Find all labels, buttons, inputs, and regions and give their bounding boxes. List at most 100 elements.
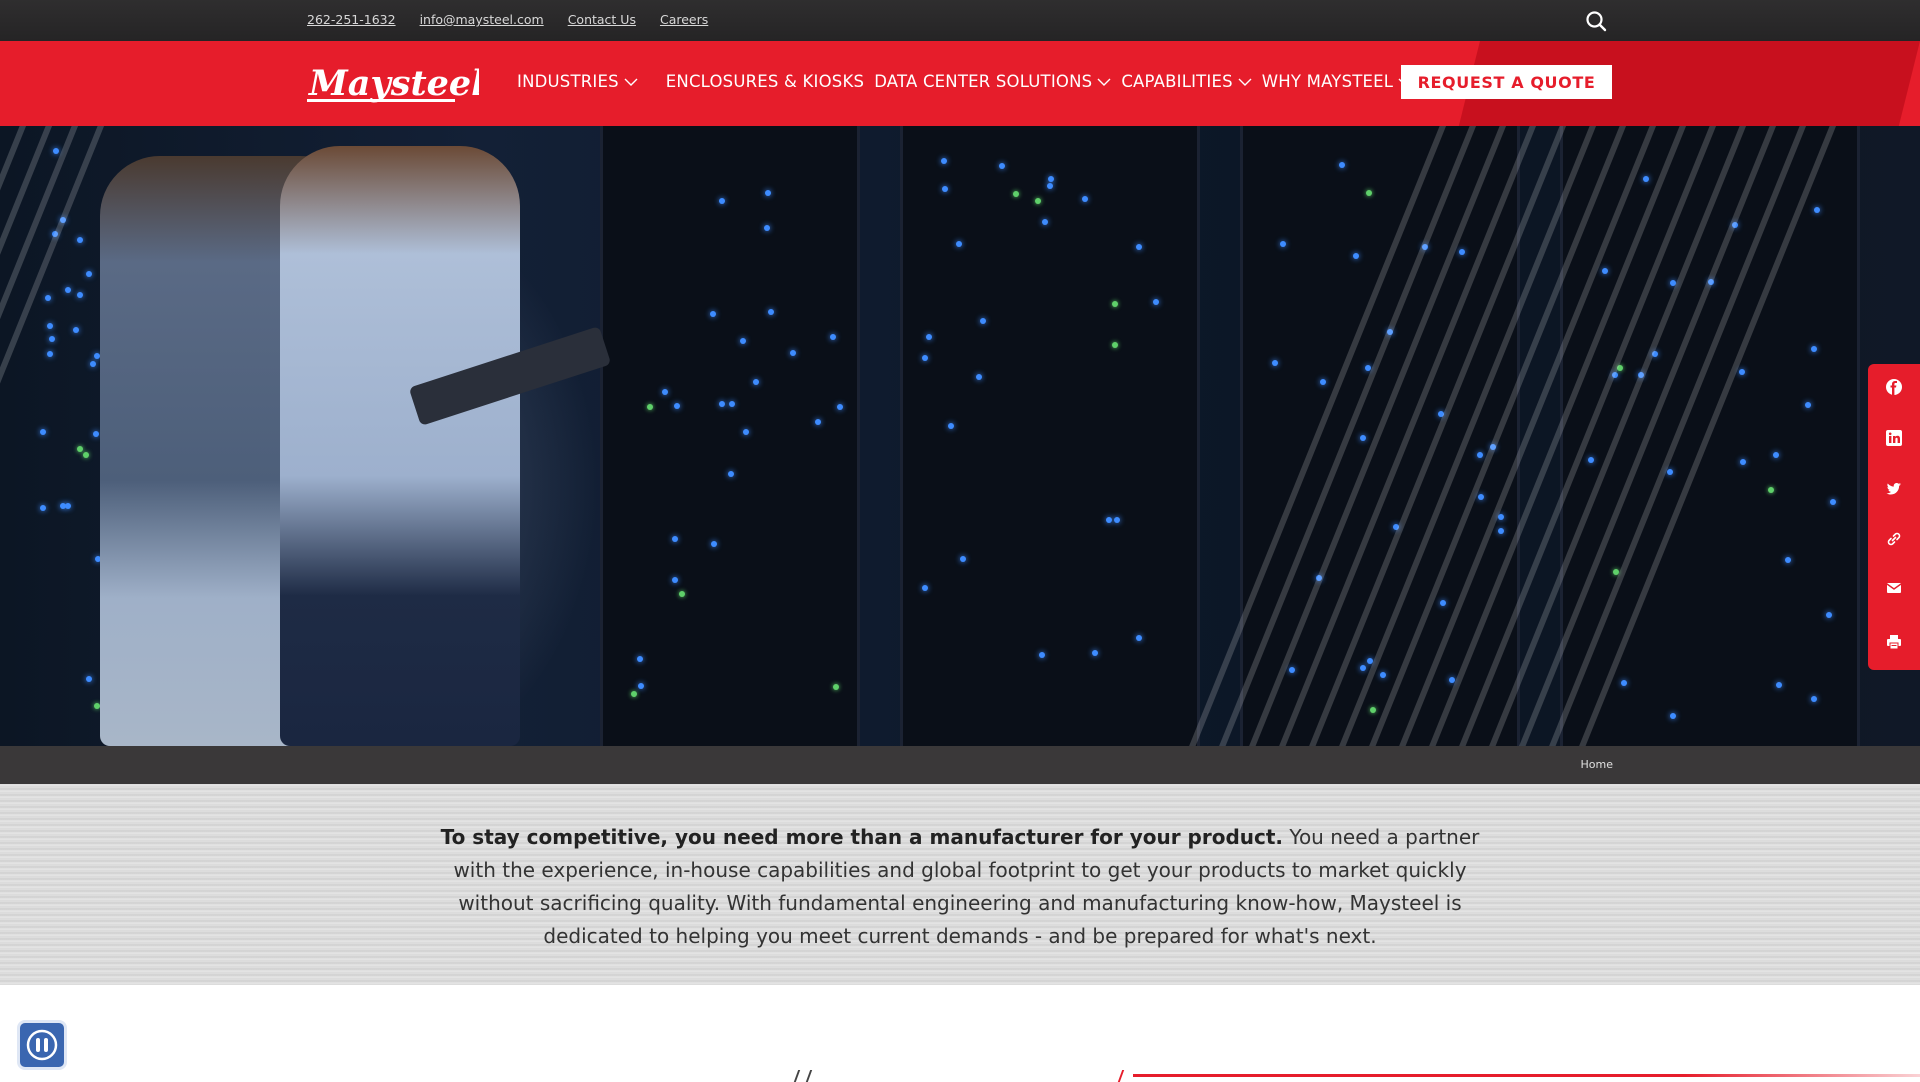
rack-led [922,584,929,591]
rack-led [1497,528,1504,535]
rack-led [1041,218,1048,225]
linkedin-icon[interactable] [1885,429,1903,447]
rack-led [93,353,100,360]
rack-led [1135,635,1142,642]
rack-led [53,147,60,154]
decorative-slash [805,1070,813,1082]
nav-data-center-solutions[interactable]: DATA CENTER SOLUTIONS [874,72,1111,91]
rack-led [1804,401,1811,408]
twitter-icon[interactable] [1885,480,1903,498]
rack-led [926,333,933,340]
rack-led [40,428,46,435]
rack-led [833,683,840,690]
rack-led [82,452,89,459]
careers-link[interactable]: Careers [660,12,708,27]
nav-industries[interactable]: INDUSTRIES [517,72,638,91]
accessibility-button[interactable] [17,1020,67,1070]
decorative-slash [793,1070,801,1082]
rack-led [1370,706,1377,713]
rack-led [671,535,678,542]
breadcrumb: Home [0,746,1920,784]
person-right [280,146,520,746]
rack-led [1034,197,1041,204]
nav-enclosures-label: ENCLOSURES & KIOSKS [665,72,865,91]
utility-bar: 262-251-1632 info@maysteel.com Contact U… [0,0,1920,41]
email-link[interactable]: info@maysteel.com [420,12,544,27]
intro-paragraph: To stay competitive, you need more than … [420,821,1500,953]
chevron-down-icon [1097,78,1111,86]
nav-data-center-label: DATA CENTER SOLUTIONS [874,72,1093,91]
nav-capabilities[interactable]: CAPABILITIES [1121,72,1252,91]
rack-led [1773,451,1780,458]
rack-led [763,224,770,231]
hero-image [0,126,1920,746]
contact-link[interactable]: Contact Us [568,12,636,27]
nav-industries-label: INDUSTRIES [517,72,619,91]
breadcrumb-home[interactable]: Home [1581,758,1613,771]
rack-led [1365,189,1372,196]
maysteel-logo[interactable]: Maysteel [307,63,479,103]
rack-led [790,349,797,356]
rack-led [85,270,92,277]
link-icon[interactable] [1885,530,1903,548]
rack-led [47,323,54,330]
rack-led [752,379,759,385]
rack-led [740,337,747,344]
facebook-icon[interactable] [1885,378,1903,396]
rack-led [49,336,55,343]
rack-led [979,317,986,324]
email-icon[interactable] [1885,579,1903,597]
phone-link[interactable]: 262-251-1632 [307,12,396,27]
rack-led [673,403,680,410]
rack-led [93,703,100,710]
rack-led [1738,368,1745,375]
rack-led [921,354,928,361]
rack-led [672,576,679,583]
nav-enclosures-kiosks[interactable]: ENCLOSURES & KIOSKS [666,72,864,91]
print-icon[interactable] [1885,633,1903,651]
chevron-down-icon [1238,78,1252,86]
rack-led [1587,457,1594,464]
rack-led [1667,468,1674,475]
rack-led [719,400,726,407]
rack-led [1814,206,1821,213]
rack-led [646,403,653,410]
rack-led [90,360,97,367]
rack-led [631,690,638,697]
rack-led [1135,243,1142,250]
decorative-slash [1117,1070,1125,1082]
rack-led [1825,611,1832,618]
share-rail [1868,364,1920,670]
request-quote-button[interactable]: REQUEST A QUOTE [1401,65,1612,99]
rack-led [767,308,774,315]
intro-section: To stay competitive, you need more than … [0,784,1920,985]
rack-led [661,389,668,396]
rack-led [637,655,644,662]
rack-led [1111,300,1118,307]
rack-led [710,540,717,547]
search-icon[interactable] [1584,9,1608,33]
rack-led [1810,695,1817,702]
rack-led [76,445,83,452]
rack-led [1643,175,1650,182]
server-rack [600,126,860,746]
svg-text:Maysteel: Maysteel [308,63,479,103]
chevron-down-icon [624,78,638,86]
nav-capabilities-label: CAPABILITIES [1121,72,1233,91]
rack-led [40,505,47,512]
rack-led [814,419,821,425]
nav-why-maysteel[interactable]: WHY MAYSTEEL [1262,72,1412,91]
intro-lead: To stay competitive, you need more than … [440,825,1284,849]
rack-led [1810,345,1817,352]
rack-led [1038,651,1045,658]
rack-led [1359,434,1366,441]
rack-led [1785,556,1792,563]
rack-led [1360,664,1367,671]
rack-led [44,294,51,301]
rack-led [729,400,736,407]
rack-led [73,327,79,334]
server-rack [900,126,1200,746]
rack-led [85,675,92,682]
rack-led [47,350,54,357]
accessibility-icon [26,1029,58,1061]
